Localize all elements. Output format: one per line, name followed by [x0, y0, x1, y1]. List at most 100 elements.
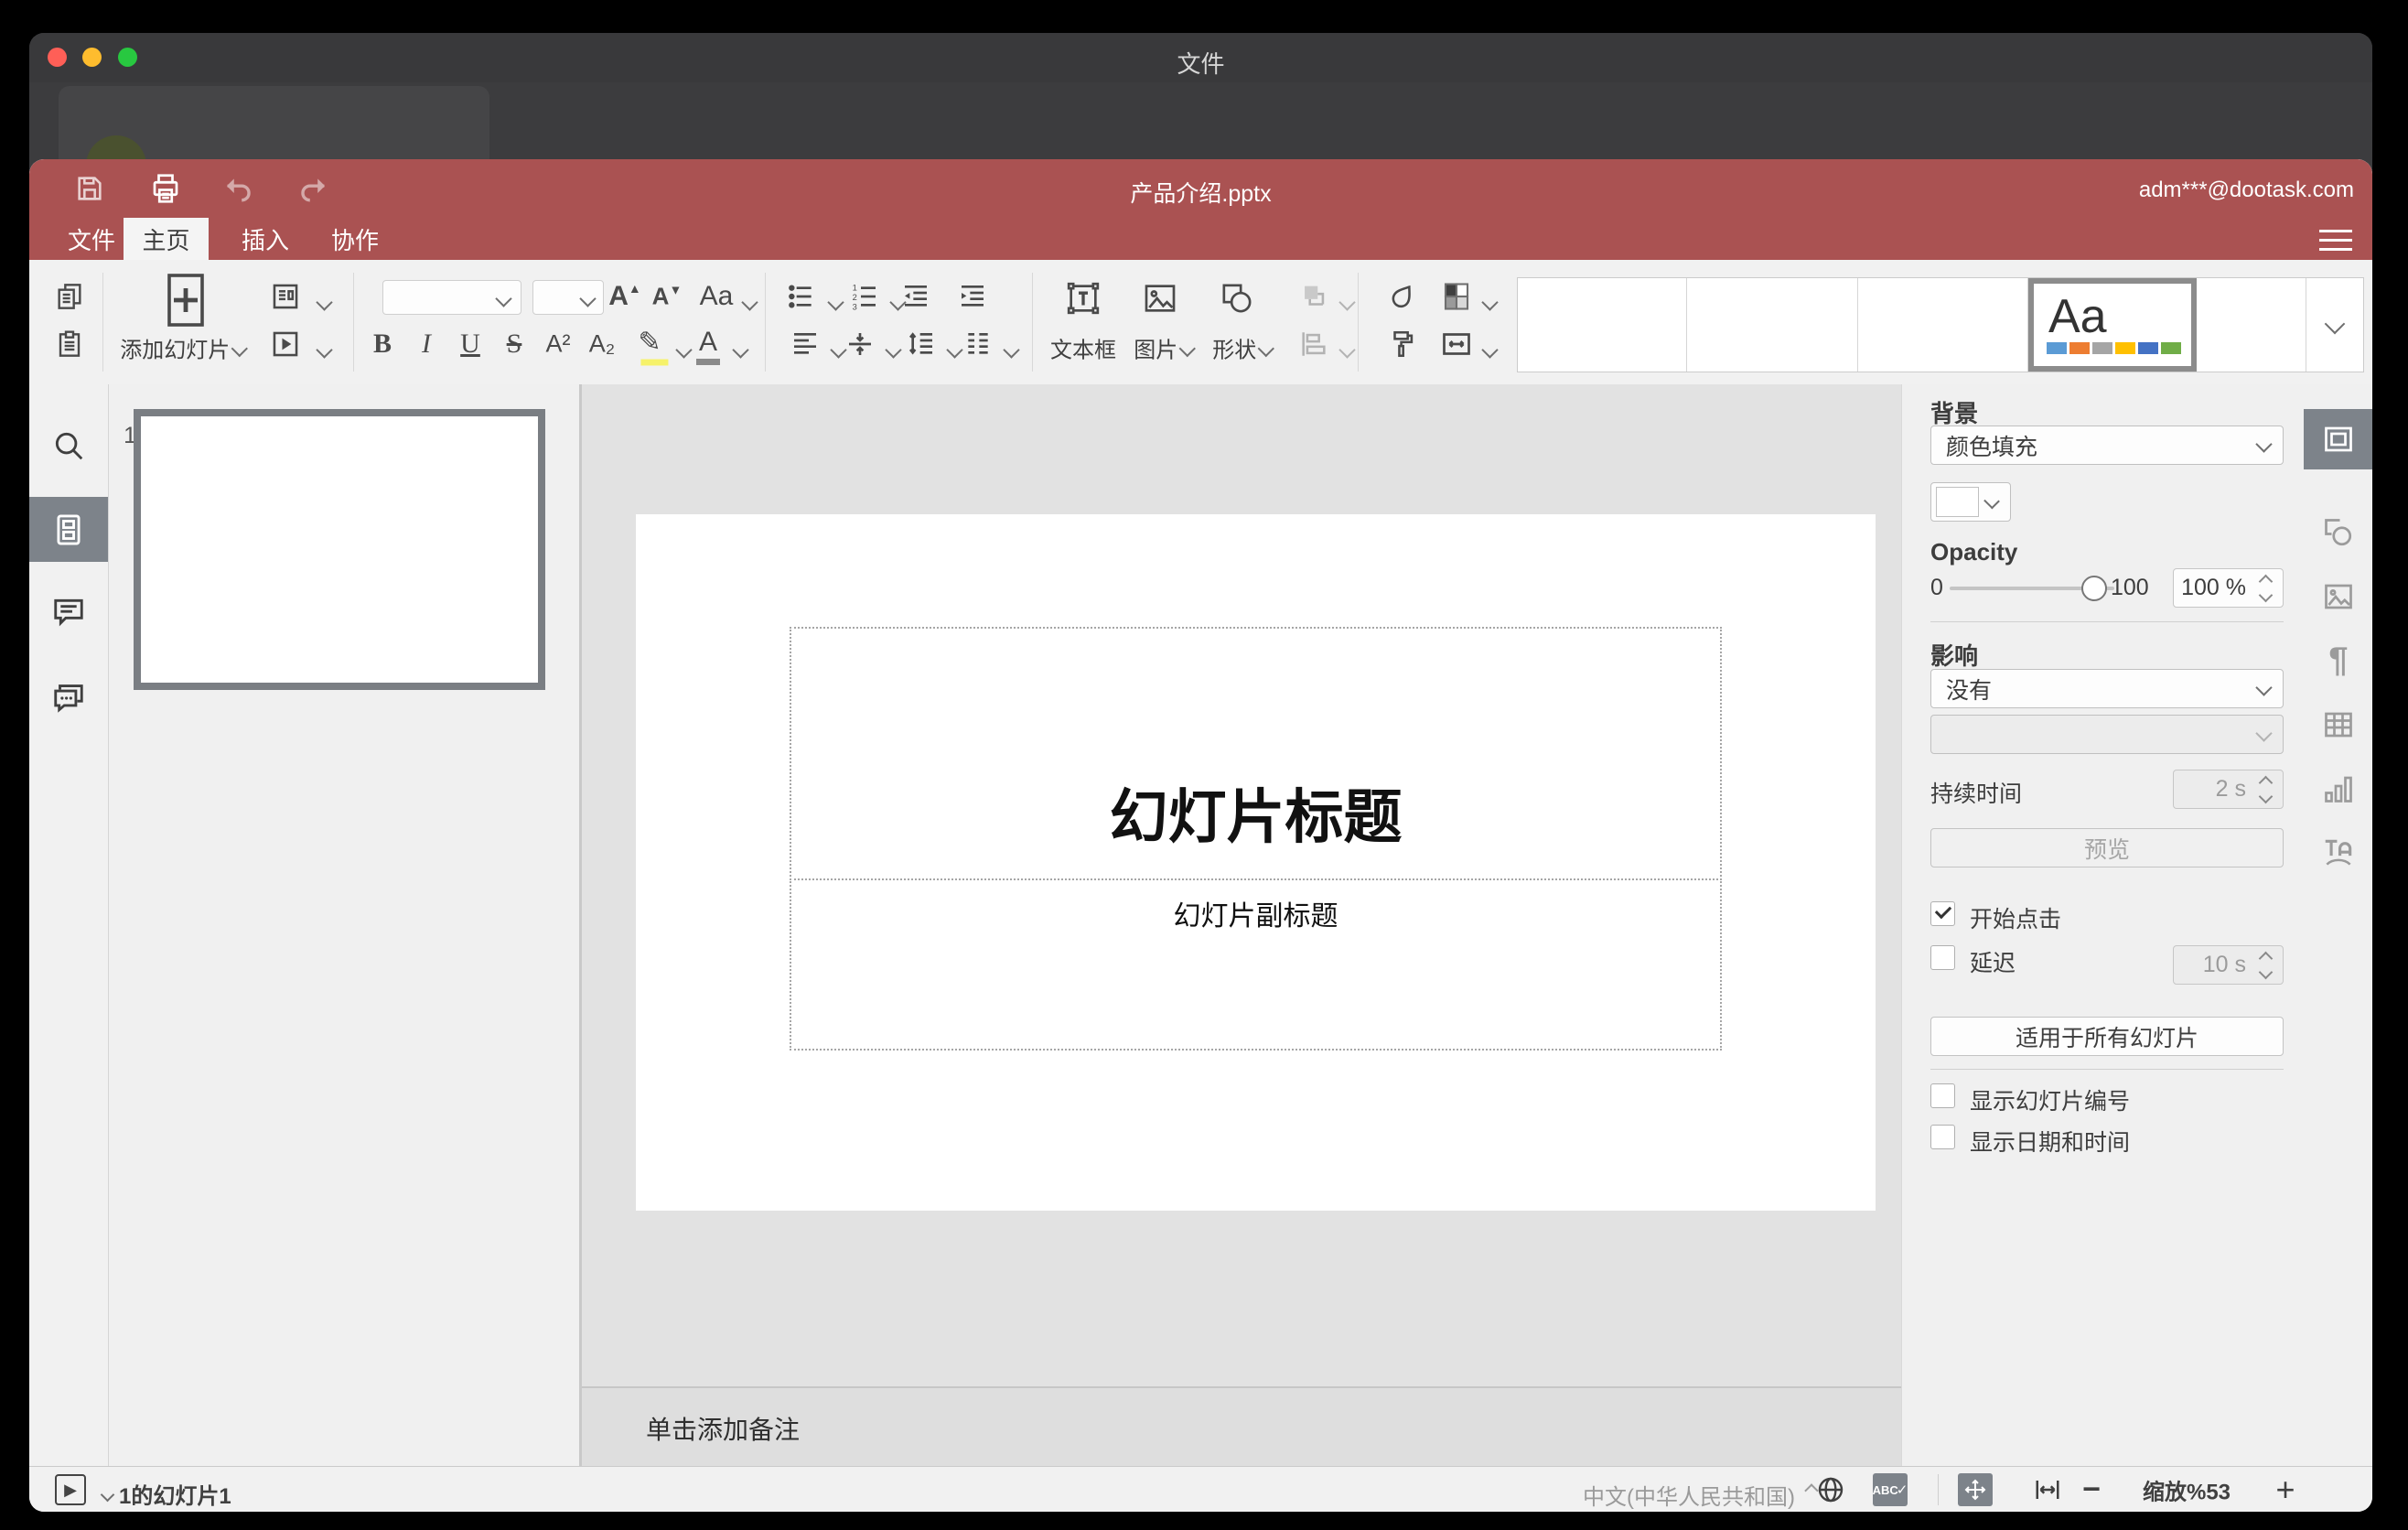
- delay-checkbox[interactable]: [1930, 945, 1955, 970]
- color-scheme-icon[interactable]: [1440, 280, 1473, 313]
- line-spacing-icon[interactable]: [907, 329, 936, 359]
- textbox-button[interactable]: 文本框: [1050, 332, 1116, 364]
- background-fill-select[interactable]: 颜色填充: [1930, 426, 2284, 465]
- slide-settings-tab[interactable]: [2304, 409, 2372, 469]
- chevron-down-icon[interactable]: [1003, 341, 1020, 359]
- start-on-click-checkbox[interactable]: [1930, 901, 1955, 926]
- show-date-time-checkbox[interactable]: [1930, 1125, 1955, 1149]
- image-settings-icon[interactable]: [2322, 580, 2355, 613]
- theme-option-selected[interactable]: Aa: [2028, 278, 2197, 372]
- chevron-down-icon[interactable]: [732, 341, 749, 359]
- subscript-button[interactable]: A₂: [589, 330, 616, 359]
- chevron-down-icon[interactable]: [100, 1487, 115, 1503]
- paragraph-settings-icon[interactable]: ¶: [2328, 641, 2348, 681]
- shape-settings-icon[interactable]: [2322, 516, 2355, 549]
- theme-gallery-expand-button[interactable]: [2306, 278, 2363, 372]
- search-icon[interactable]: [51, 428, 86, 463]
- highlight-color-button[interactable]: ✎: [638, 327, 669, 366]
- add-slide-icon[interactable]: [162, 272, 210, 329]
- spellcheck-toggle[interactable]: ABC ✓: [1873, 1473, 1908, 1506]
- increase-indent-icon[interactable]: [958, 282, 987, 311]
- shape-icon[interactable]: [1219, 280, 1255, 317]
- apply-to-all-slides-button[interactable]: 适用于所有幻灯片: [1930, 1017, 2284, 1056]
- tab-collaboration[interactable]: 协作: [309, 218, 401, 260]
- sidebar-slides-tab[interactable]: [29, 497, 108, 562]
- chevron-down-icon[interactable]: [830, 341, 847, 359]
- decrease-indent-icon[interactable]: [901, 282, 930, 311]
- show-slide-number-checkbox[interactable]: [1930, 1083, 1955, 1108]
- comments-icon[interactable]: [51, 595, 86, 630]
- globe-icon[interactable]: [1816, 1475, 1845, 1504]
- slide[interactable]: 幻灯片标题 幻灯片副标题: [636, 514, 1876, 1211]
- svg-text:1: 1: [853, 283, 857, 292]
- fill-color-picker[interactable]: [1930, 482, 2011, 522]
- textbox-icon[interactable]: [1065, 280, 1102, 317]
- image-button[interactable]: 图片: [1134, 332, 1197, 364]
- app-window: 文件 ✕ 产品介绍.pptx adm***@dootask.com 文件 主: [29, 33, 2372, 1512]
- opacity-spinner[interactable]: 100 %: [2173, 568, 2284, 608]
- chevron-down-icon[interactable]: [1481, 341, 1499, 359]
- font-name-combo[interactable]: [382, 280, 521, 315]
- copy-style-icon[interactable]: [1387, 329, 1418, 360]
- theme-option[interactable]: [1518, 278, 1687, 372]
- chevron-down-icon[interactable]: [741, 294, 758, 311]
- start-slideshow-button[interactable]: ▶: [55, 1474, 86, 1505]
- language-selector[interactable]: 中文(中华人民共和国): [1583, 1479, 1795, 1511]
- chevron-down-icon[interactable]: [827, 294, 844, 311]
- superscript-button[interactable]: A²: [546, 330, 571, 359]
- clear-style-icon[interactable]: [1387, 281, 1418, 312]
- notes-area[interactable]: 单击添加备注: [582, 1386, 1901, 1468]
- font-color-button[interactable]: A: [695, 327, 720, 365]
- paste-icon[interactable]: [55, 329, 84, 359]
- close-icon[interactable]: ✕: [2315, 148, 2362, 160]
- vertical-align-icon[interactable]: [845, 329, 875, 359]
- copy-icon[interactable]: [55, 282, 84, 311]
- chevron-down-icon[interactable]: [946, 341, 963, 359]
- italic-button[interactable]: I: [422, 329, 431, 360]
- effect-select[interactable]: 没有: [1930, 669, 2284, 708]
- title-placeholder[interactable]: 幻灯片标题: [790, 627, 1722, 880]
- font-size-combo[interactable]: [532, 280, 604, 315]
- start-slideshow-icon[interactable]: [270, 329, 301, 360]
- add-slide-button[interactable]: 添加幻灯片: [120, 332, 249, 364]
- zoom-in-button[interactable]: +: [2275, 1471, 2295, 1509]
- zoom-out-button[interactable]: −: [2082, 1472, 2101, 1508]
- chat-icon[interactable]: [51, 681, 86, 716]
- toolbar-divider: [1358, 273, 1359, 372]
- subtitle-placeholder[interactable]: 幻灯片副标题: [790, 878, 1722, 1051]
- chevron-down-icon[interactable]: [885, 341, 902, 359]
- fit-slide-toggle[interactable]: [1958, 1473, 1993, 1506]
- chart-settings-icon[interactable]: [2322, 772, 2355, 805]
- theme-option[interactable]: [2197, 278, 2306, 372]
- theme-option[interactable]: [1687, 278, 1858, 372]
- strikeout-button[interactable]: S: [507, 329, 522, 360]
- opacity-slider-handle[interactable]: [2081, 576, 2107, 601]
- slide-size-icon[interactable]: [1440, 328, 1473, 361]
- table-settings-icon[interactable]: [2322, 708, 2355, 741]
- tab-home[interactable]: 主页: [124, 218, 209, 260]
- decrease-font-icon[interactable]: A▼: [652, 283, 683, 311]
- chevron-down-icon: [1338, 341, 1356, 359]
- tab-insert[interactable]: 插入: [220, 218, 311, 260]
- change-case-icon[interactable]: Aa: [700, 281, 734, 312]
- menu-icon[interactable]: [2319, 223, 2352, 251]
- numbering-icon[interactable]: 123: [850, 282, 879, 311]
- text-art-settings-icon[interactable]: [2321, 835, 2356, 870]
- image-icon[interactable]: [1142, 280, 1178, 317]
- change-layout-icon[interactable]: [270, 281, 301, 312]
- bullets-icon[interactable]: [787, 282, 816, 311]
- chevron-down-icon[interactable]: [316, 341, 333, 359]
- increase-font-icon[interactable]: A▲: [608, 281, 641, 312]
- shape-button[interactable]: 形状: [1212, 332, 1275, 364]
- horizontal-align-icon[interactable]: [790, 329, 820, 359]
- bold-button[interactable]: B: [373, 329, 392, 360]
- columns-icon[interactable]: [963, 329, 993, 359]
- chevron-down-icon[interactable]: [316, 294, 333, 311]
- fit-width-button[interactable]: [2034, 1476, 2061, 1503]
- chevron-down-icon[interactable]: [1481, 294, 1499, 311]
- presentation-editor: 产品介绍.pptx adm***@dootask.com 文件 主页 插入 协作: [29, 159, 2372, 1512]
- underline-button[interactable]: U: [460, 329, 480, 360]
- slide-thumbnail-selected[interactable]: [134, 409, 545, 690]
- chevron-down-icon[interactable]: [675, 341, 693, 359]
- theme-option[interactable]: [1858, 278, 2028, 372]
